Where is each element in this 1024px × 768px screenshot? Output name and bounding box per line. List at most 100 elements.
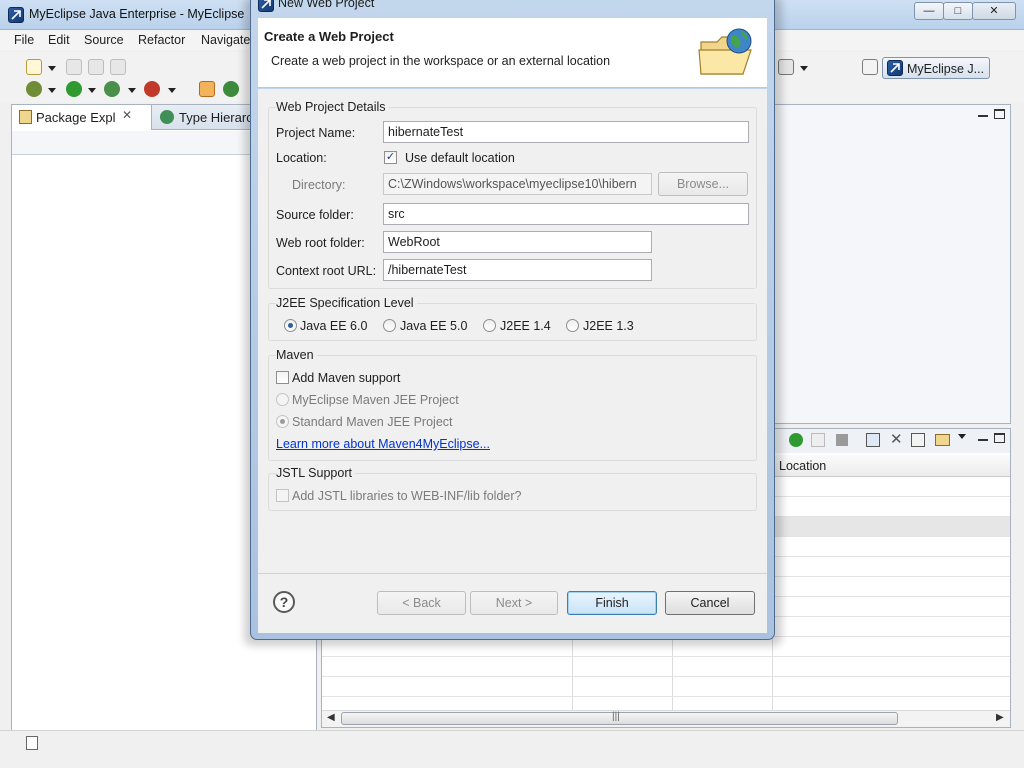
location-label: Location: <box>276 151 327 165</box>
maximize-button[interactable]: □ <box>943 2 973 20</box>
folder-icon[interactable] <box>935 434 950 446</box>
chevron-down-icon[interactable] <box>88 88 96 93</box>
package-icon[interactable] <box>199 81 215 97</box>
new-class-icon[interactable] <box>223 81 239 97</box>
java-ee-5-radio[interactable] <box>383 319 396 332</box>
perspective-label: MyEclipse J... <box>907 62 985 76</box>
help-icon[interactable]: ? <box>273 591 295 613</box>
table-row[interactable] <box>322 657 1010 677</box>
dialog-header-title: Create a Web Project <box>264 29 394 44</box>
java-ee-5-label[interactable]: Java EE 5.0 <box>400 319 467 333</box>
package-explorer-icon <box>19 110 32 124</box>
minimize-view-icon[interactable] <box>978 115 988 117</box>
new-icon[interactable] <box>26 59 42 75</box>
save-icon <box>66 59 82 75</box>
stop-server-icon[interactable] <box>144 81 160 97</box>
j2ee-1-4-label[interactable]: J2EE 1.4 <box>500 319 551 333</box>
copy-icon[interactable] <box>911 433 925 447</box>
directory-label: Directory: <box>292 178 346 192</box>
web-root-folder-label: Web root folder: <box>276 236 365 250</box>
myeclipse-maven-jee-radio <box>276 393 289 406</box>
run-server-icon[interactable] <box>104 81 120 97</box>
add-maven-support-checkbox[interactable] <box>276 371 289 384</box>
debug-icon[interactable] <box>26 81 42 97</box>
menu-navigate[interactable]: Navigate <box>201 33 250 47</box>
chevron-down-icon[interactable] <box>48 88 56 93</box>
minimize-table-view-icon[interactable] <box>978 439 988 441</box>
dialog-window-title: New Web Project <box>278 0 375 10</box>
chevron-down-icon[interactable] <box>168 88 176 93</box>
scroll-left-icon[interactable]: ◀ <box>327 712 335 723</box>
j2ee-1-3-label[interactable]: J2EE 1.3 <box>583 319 634 333</box>
back-button: < Back <box>377 591 466 615</box>
web-project-details-legend: Web Project Details <box>276 100 389 114</box>
horizontal-scrollbar-thumb[interactable]: ||| <box>341 711 898 725</box>
add-maven-support-label[interactable]: Add Maven support <box>292 371 400 385</box>
learn-more-maven-link[interactable]: Learn more about Maven4MyEclipse... <box>276 437 490 451</box>
menu-refactor[interactable]: Refactor <box>138 33 185 47</box>
use-default-location-checkbox[interactable]: ✓ <box>384 151 397 164</box>
type-hierarchy-icon <box>160 110 174 124</box>
dialog-header-description: Create a web project in the workspace or… <box>271 54 611 68</box>
maximize-view-icon[interactable] <box>994 109 1005 119</box>
table-row[interactable] <box>322 677 1010 697</box>
status-bar <box>0 730 1024 768</box>
cancel-button[interactable]: Cancel <box>665 591 755 615</box>
tab-package-explorer-label: Package Expl <box>36 110 116 125</box>
open-perspective-icon[interactable] <box>862 59 878 75</box>
minimize-button[interactable]: — <box>914 2 944 20</box>
close-tab-icon[interactable]: ✕ <box>122 108 132 122</box>
start-server-icon[interactable] <box>789 433 803 447</box>
menu-source[interactable]: Source <box>84 33 124 47</box>
chevron-down-icon[interactable] <box>800 66 808 71</box>
j2ee-spec-level-legend: J2EE Specification Level <box>276 296 417 310</box>
outline-panel <box>774 104 1011 424</box>
next-button: Next > <box>470 591 558 615</box>
context-root-url-input[interactable]: /hibernateTest <box>383 259 652 281</box>
web-root-folder-input[interactable]: WebRoot <box>383 231 652 253</box>
new-fast-view-icon[interactable] <box>26 736 38 750</box>
save-all-icon <box>88 59 104 75</box>
view-menu-chevron-icon[interactable] <box>958 434 966 439</box>
dialog-logo-icon <box>258 0 274 12</box>
maximize-table-view-icon[interactable] <box>994 433 1005 443</box>
context-root-url-label: Context root URL: <box>276 264 377 278</box>
deploy-icon[interactable] <box>866 433 880 447</box>
add-jstl-libraries-checkbox <box>276 489 289 502</box>
myeclipse-logo-icon <box>8 7 24 23</box>
perspective-button[interactable]: MyEclipse J... <box>882 57 990 79</box>
use-default-location-label[interactable]: Use default location <box>405 151 515 165</box>
java-ee-6-label[interactable]: Java EE 6.0 <box>300 319 367 333</box>
tab-package-explorer[interactable]: Package Expl ✕ <box>12 105 152 130</box>
menu-edit[interactable]: Edit <box>48 33 70 47</box>
project-name-input[interactable]: hibernateTest <box>383 121 749 143</box>
stop-icon[interactable] <box>836 434 848 446</box>
print-icon <box>110 59 126 75</box>
jstl-support-legend: JSTL Support <box>276 466 355 480</box>
j2ee-1-3-radio[interactable] <box>566 319 579 332</box>
menu-file[interactable]: File <box>14 33 34 47</box>
chevron-down-icon[interactable] <box>128 88 136 93</box>
location-column-header[interactable]: Location <box>779 459 826 473</box>
java-ee-6-radio[interactable] <box>284 319 297 332</box>
myeclipse-perspective-icon <box>887 60 903 76</box>
web-project-folder-icon <box>697 26 759 80</box>
source-folder-input[interactable]: src <box>383 203 749 225</box>
finish-button[interactable]: Finish <box>567 591 657 615</box>
scroll-grip: ||| <box>612 711 620 722</box>
chevron-down-icon[interactable] <box>48 66 56 71</box>
close-window-button[interactable]: ✕ <box>972 2 1016 20</box>
scroll-right-icon[interactable]: ▶ <box>996 712 1004 723</box>
remove-icon[interactable]: ✕ <box>890 430 903 448</box>
source-folder-label: Source folder: <box>276 208 354 222</box>
tab-type-hierarchy[interactable]: Type Hierarc <box>179 110 253 125</box>
restart-icon[interactable] <box>811 433 825 447</box>
myeclipse-maven-jee-label: MyEclipse Maven JEE Project <box>292 393 459 407</box>
ide-window-title: MyEclipse Java Enterprise - MyEclipse <box>29 7 245 21</box>
project-name-label: Project Name: <box>276 126 356 140</box>
standard-maven-jee-label: Standard Maven JEE Project <box>292 415 453 429</box>
directory-input: C:\ZWindows\workspace\myeclipse10\hibern <box>383 173 652 195</box>
j2ee-1-4-radio[interactable] <box>483 319 496 332</box>
run-icon[interactable] <box>66 81 82 97</box>
maven-legend: Maven <box>276 348 317 362</box>
